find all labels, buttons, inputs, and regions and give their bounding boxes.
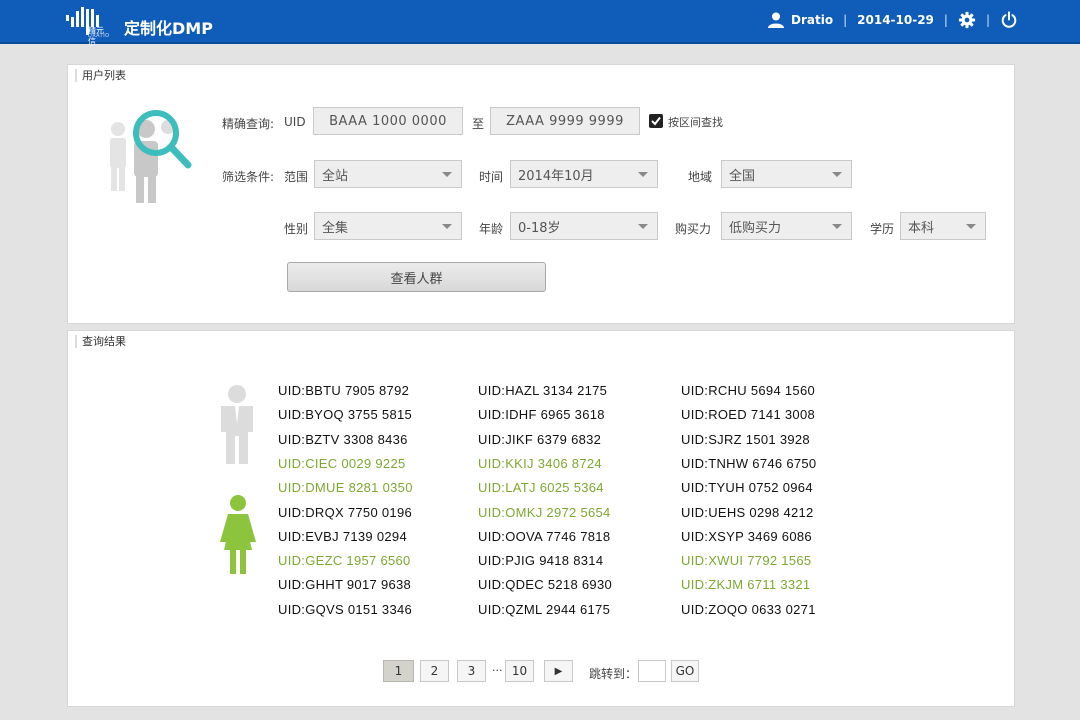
panel-title: 查询结果 bbox=[75, 335, 126, 348]
uid-result-item[interactable]: UID:CIEC 0029 9225 bbox=[278, 456, 406, 471]
uid-result-item[interactable]: UID:LATJ 6025 5364 bbox=[478, 480, 604, 495]
user-toolbar: Dratio | 2014-10-29 | | bbox=[767, 11, 1018, 29]
next-page-button[interactable]: ▶ bbox=[544, 660, 573, 682]
age-label: 年龄 bbox=[479, 222, 504, 236]
user-list-panel: 用户列表 精确查询: UID BAAA 1000 0000 至 ZAAA 999… bbox=[67, 64, 1015, 324]
uid-result-item[interactable]: UID:IDHF 6965 3618 bbox=[478, 407, 605, 422]
page-button-2[interactable]: 2 bbox=[420, 660, 449, 682]
logo-subtext: DRATIO bbox=[88, 33, 110, 39]
scope-value: 全站 bbox=[322, 168, 349, 184]
female-user-icon bbox=[220, 495, 256, 574]
scope-select[interactable]: 全站 bbox=[314, 160, 462, 188]
gender-select[interactable]: 全集 bbox=[314, 212, 462, 240]
power-icon[interactable] bbox=[1000, 11, 1018, 29]
separator: | bbox=[943, 13, 948, 27]
query-results-panel: 查询结果 UID:BBTU 7905 8792 UID:BYOQ 3755 581… bbox=[67, 330, 1015, 707]
uid-result-item[interactable]: UID:OMKJ 2972 5654 bbox=[478, 505, 611, 520]
filter-label: 筛选条件: bbox=[222, 170, 275, 184]
uid-result-item[interactable]: UID:KKIJ 3406 8724 bbox=[478, 456, 602, 471]
gear-icon[interactable] bbox=[958, 11, 976, 29]
username[interactable]: Dratio bbox=[791, 13, 833, 27]
app-title: 定制化DMP bbox=[124, 19, 213, 38]
purchase-power-label: 购买力 bbox=[675, 222, 712, 236]
page-button-3[interactable]: 3 bbox=[457, 660, 486, 682]
scope-label: 范围 bbox=[284, 170, 309, 184]
range-search-label: 按区间查找 bbox=[668, 116, 723, 129]
chevron-down-icon bbox=[966, 224, 976, 229]
time-value: 2014年10月 bbox=[518, 168, 594, 184]
uid-result-item[interactable]: UID:XWUI 7792 1565 bbox=[681, 553, 811, 568]
chevron-down-icon bbox=[832, 172, 842, 177]
uid-result-item[interactable]: UID:EVBJ 7139 0294 bbox=[278, 529, 407, 544]
to-label: 至 bbox=[472, 117, 485, 131]
jump-to-label: 跳转到： bbox=[589, 667, 638, 681]
uid-label: UID bbox=[284, 115, 306, 129]
uid-result-item[interactable]: UID:ZOQO 0633 0271 bbox=[681, 602, 816, 617]
uid-result-item[interactable]: UID:XSYP 3469 6086 bbox=[681, 529, 812, 544]
top-navbar: 精元信 DRATIO 定制化DMP Dratio | 2014-10-29 | … bbox=[0, 0, 1080, 46]
education-value: 本科 bbox=[908, 220, 935, 236]
pagination-ellipsis: ··· bbox=[492, 664, 503, 677]
chevron-down-icon bbox=[442, 172, 452, 177]
uid-to-input[interactable]: ZAAA 9999 9999 bbox=[490, 107, 640, 135]
range-search-checkbox[interactable] bbox=[649, 114, 663, 128]
uid-result-item[interactable]: UID:QDEC 5218 6930 bbox=[478, 577, 612, 592]
uid-result-item[interactable]: UID:TYUH 0752 0964 bbox=[681, 480, 813, 495]
panel-title: 用户列表 bbox=[75, 69, 126, 82]
uid-result-item[interactable]: UID:ROED 7141 3008 bbox=[681, 407, 815, 422]
gender-label: 性别 bbox=[284, 222, 309, 236]
uid-result-item[interactable]: UID:ZKJM 6711 3321 bbox=[681, 577, 810, 592]
uid-result-item[interactable]: UID:BYOQ 3755 5815 bbox=[278, 407, 412, 422]
uid-from-input[interactable]: BAAA 1000 0000 bbox=[313, 107, 463, 135]
age-select[interactable]: 0-18岁 bbox=[510, 212, 658, 240]
uid-result-item[interactable]: UID:DRQX 7750 0196 bbox=[278, 505, 412, 520]
uid-result-item[interactable]: UID:GHHT 9017 9638 bbox=[278, 577, 411, 592]
exact-query-label: 精确查询: bbox=[222, 117, 275, 131]
go-button[interactable]: GO bbox=[671, 660, 699, 682]
separator: | bbox=[985, 13, 990, 27]
user-icon bbox=[768, 12, 785, 28]
uid-result-item[interactable]: UID:SJRZ 1501 3928 bbox=[681, 432, 810, 447]
education-select[interactable]: 本科 bbox=[900, 212, 986, 240]
purchase-power-value: 低购买力 bbox=[729, 220, 782, 236]
time-select[interactable]: 2014年10月 bbox=[510, 160, 658, 188]
region-value: 全国 bbox=[729, 168, 756, 184]
current-date: 2014-10-29 bbox=[857, 13, 934, 27]
chevron-down-icon bbox=[832, 224, 842, 229]
region-label: 地域 bbox=[688, 170, 713, 184]
uid-result-item[interactable]: UID:GEZC 1957 6560 bbox=[278, 553, 411, 568]
uid-result-item[interactable]: UID:OOVA 7746 7818 bbox=[478, 529, 610, 544]
purchase-power-select[interactable]: 低购买力 bbox=[721, 212, 852, 240]
chevron-down-icon bbox=[442, 224, 452, 229]
jump-page-input[interactable] bbox=[638, 660, 666, 682]
uid-result-item[interactable]: UID:QZML 2944 6175 bbox=[478, 602, 610, 617]
uid-result-item[interactable]: UID:HAZL 3134 2175 bbox=[478, 383, 607, 398]
uid-result-item[interactable]: UID:UEHS 0298 4212 bbox=[681, 505, 814, 520]
uid-result-item[interactable]: UID:BBTU 7905 8792 bbox=[278, 383, 409, 398]
gender-value: 全集 bbox=[322, 220, 349, 236]
time-label: 时间 bbox=[479, 170, 504, 184]
page-button-10[interactable]: 10 bbox=[505, 660, 534, 682]
uid-result-item[interactable]: UID:BZTV 3308 8436 bbox=[278, 432, 408, 447]
uid-result-item[interactable]: UID:TNHW 6746 6750 bbox=[681, 456, 816, 471]
page-button-1[interactable]: 1 bbox=[383, 660, 414, 682]
view-audience-button[interactable]: 查看人群 bbox=[287, 262, 546, 292]
uid-result-item[interactable]: UID:DMUE 8281 0350 bbox=[278, 480, 413, 495]
chevron-down-icon bbox=[638, 172, 648, 177]
user-search-illustration-icon bbox=[110, 110, 192, 203]
uid-result-item[interactable]: UID:PJIG 9418 8314 bbox=[478, 553, 603, 568]
age-value: 0-18岁 bbox=[518, 220, 561, 236]
logo: 精元信 DRATIO bbox=[66, 7, 109, 46]
check-icon bbox=[651, 116, 661, 126]
region-select[interactable]: 全国 bbox=[721, 160, 852, 188]
separator: | bbox=[843, 13, 848, 27]
uid-result-item[interactable]: UID:GQVS 0151 3346 bbox=[278, 602, 412, 617]
uid-result-item[interactable]: UID:RCHU 5694 1560 bbox=[681, 383, 815, 398]
education-label: 学历 bbox=[870, 222, 895, 236]
uid-result-item[interactable]: UID:JIKF 6379 6832 bbox=[478, 432, 601, 447]
chevron-down-icon bbox=[638, 224, 648, 229]
male-user-icon bbox=[221, 385, 253, 464]
